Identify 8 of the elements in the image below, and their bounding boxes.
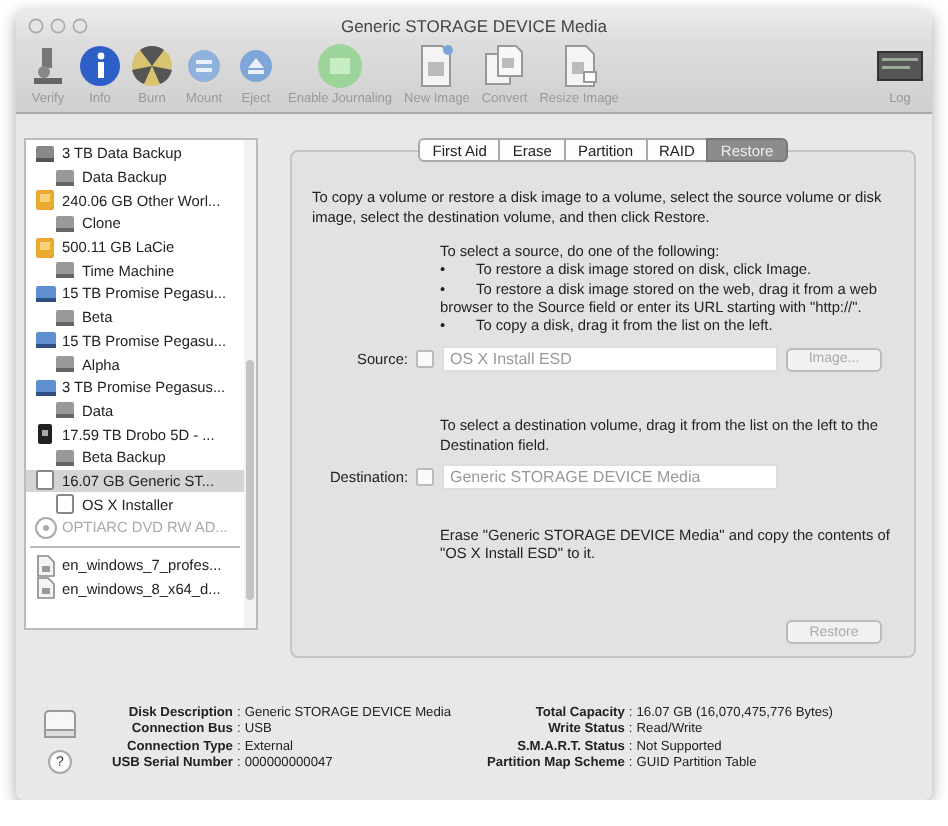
documents-icon[interactable] bbox=[480, 42, 529, 90]
optical-drive-icon bbox=[34, 515, 58, 540]
disk-image-icon bbox=[34, 576, 58, 601]
radiation-icon[interactable] bbox=[128, 42, 176, 90]
info-icon[interactable] bbox=[76, 42, 124, 90]
scrollbar[interactable] bbox=[244, 140, 257, 628]
disk-image-icon bbox=[34, 553, 58, 578]
window-title: Generic STORAGE DEVICE Media bbox=[340, 15, 608, 35]
